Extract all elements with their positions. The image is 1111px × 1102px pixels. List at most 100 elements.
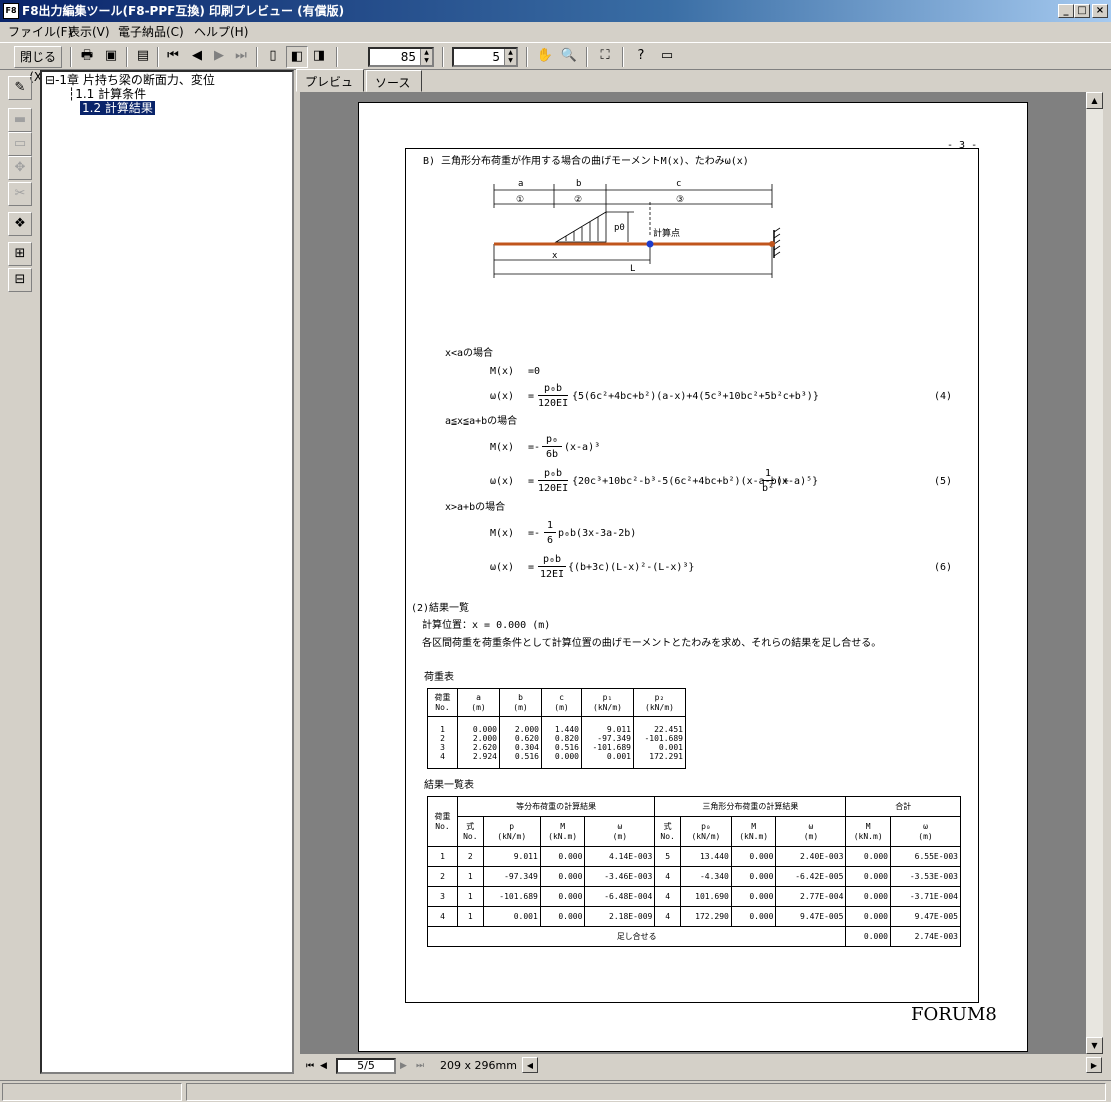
label-L: L (630, 264, 635, 274)
maximize-button[interactable]: □ (1074, 4, 1090, 18)
table-cell: 1 (457, 906, 484, 927)
move-icon[interactable]: ✥ (8, 156, 32, 180)
menu-e-delivery[interactable]: 電子納品(C) (118, 25, 184, 39)
tab-source[interactable]: ソース (366, 70, 422, 92)
table-cell: 0.000 (845, 906, 891, 927)
prev-page-icon[interactable]: ◀ (186, 46, 208, 68)
double-page-icon[interactable]: ◧ (286, 46, 308, 68)
minimize-button[interactable]: _ (1058, 4, 1074, 18)
close-button[interactable]: × (1092, 4, 1108, 18)
result-table: 荷重 No. 等分布荷重の計算結果 三角形分布荷重の計算結果 合計 式 No. p (k… (426, 796, 962, 947)
help-icon[interactable]: ? (630, 46, 652, 68)
pages-spinner[interactable]: ▲▼ (452, 47, 518, 67)
formula-rhs: (x-a)⁵} (776, 476, 819, 487)
nav-prev-icon[interactable]: ◀ (320, 1059, 327, 1073)
tree-collapse-icon[interactable]: ⊟ (8, 268, 32, 292)
nav-next-icon[interactable]: ▶ (400, 1059, 407, 1073)
formula-equals: = (528, 391, 535, 402)
table-row: 1234 0.000 2.000 2.620 2.924 2.000 0.620 0.30… (427, 716, 686, 769)
table-cell: 101.690 (679, 886, 732, 907)
formula-frac-num: p₀b (538, 468, 568, 481)
save-icon[interactable]: ▣ (100, 46, 122, 68)
insert-line-icon[interactable]: ▬ (8, 108, 32, 132)
table-cell: 2.77E-004 (775, 886, 847, 907)
table-cell: 0.000 (845, 866, 891, 887)
formula-frac-den: 120EI (538, 483, 569, 494)
next-page-icon[interactable]: ▶ (208, 46, 230, 68)
table-header: p₀ (kN/m) (679, 816, 732, 847)
toolbar-separator (126, 47, 128, 67)
spin-arrows-icon[interactable]: ▲ ▼ (420, 49, 432, 65)
total-M: 0.000 (845, 926, 891, 947)
formula-lhs: ω(x) (490, 562, 515, 573)
page-indicator-input[interactable]: 5/5 (336, 1058, 396, 1074)
table-cell: 2 (457, 846, 484, 867)
about-icon[interactable]: ▭ (656, 46, 678, 68)
formula-condition: x>a+bの場合 (445, 502, 506, 513)
table-header: 荷重 No. (427, 796, 458, 847)
toolbar-separator (526, 47, 528, 67)
page-setup-icon[interactable]: ▤ (132, 46, 154, 68)
last-page-icon[interactable]: ⏭ (230, 46, 252, 68)
fit-page-icon[interactable]: ⛶ (594, 46, 616, 68)
table-cell: 0.000 (730, 866, 777, 887)
menu-view[interactable]: 表示(V) (68, 25, 110, 39)
toolbar-separator (70, 47, 72, 67)
menu-help[interactable]: ヘルプ(H) (194, 25, 248, 39)
table-header: 式 No. (457, 816, 484, 847)
formula-frac-den: 6b (545, 449, 559, 460)
insert-text-icon[interactable]: ▭ (8, 132, 32, 156)
tree-collapse-box-icon[interactable]: ⊟ (45, 73, 55, 87)
hand-tool-icon[interactable]: ✋ (534, 46, 556, 68)
first-page-icon[interactable]: ⏮ (162, 46, 184, 68)
export-icon[interactable]: ❖ (8, 212, 32, 236)
table-header: p (kN/m) (482, 816, 541, 847)
nav-last-icon[interactable]: ⏭ (416, 1059, 424, 1073)
table-header: 合計 (845, 796, 961, 817)
table-cell: -3.46E-003 (584, 866, 656, 887)
spin-arrows-icon[interactable]: ▲ ▼ (504, 49, 516, 65)
tree-item-calc-results[interactable]: 1.2 計算結果 (80, 101, 155, 115)
table-row: 足し合せる 0.000 2.74E-003 (426, 926, 962, 947)
edit-pen-icon[interactable]: ✎ (8, 76, 32, 100)
table-cell: 1 (457, 886, 484, 907)
menu-file[interactable]: ファイル(F) (8, 25, 72, 39)
nav-first-icon[interactable]: ⏮ (306, 1059, 314, 1073)
table-row: 3 1 -101.689 0.000 -6.48E-004 4 101.690 0.000 2.… (427, 886, 962, 907)
hscroll-right-icon[interactable]: ▶ (1086, 1057, 1102, 1073)
magnifier-icon[interactable]: 🔍 (558, 46, 580, 68)
formula-lhs: ω(x) (490, 476, 515, 487)
table-cell: 6.55E-003 (889, 846, 962, 867)
table-header: M (kN.m) (539, 816, 586, 847)
scroll-up-icon[interactable]: ▲ (1086, 92, 1103, 109)
tree-expand-icon[interactable]: ⊞ (8, 242, 32, 266)
zoom-spinner[interactable]: ▲▼ (368, 47, 434, 67)
table-cell: -6.48E-004 (584, 886, 656, 907)
table-row: 荷重 No. 等分布荷重の計算結果 三角形分布荷重の計算結果 合計 (427, 796, 961, 847)
print-icon[interactable]: 🖶 (76, 46, 98, 68)
table-cell: 4.14E-003 (584, 846, 656, 867)
delete-icon[interactable]: ✂ (8, 182, 32, 206)
tree-item-calc-conditions[interactable]: ┆1.1 計算条件 (68, 87, 146, 101)
formula-equals: = (528, 476, 535, 487)
formula-frac-den: 12EI (539, 569, 565, 580)
hscroll-left-icon[interactable]: ◀ (522, 1057, 538, 1073)
tab-preview[interactable]: プレビュー (296, 69, 364, 106)
close-preview-button[interactable]: 閉じる(X) (14, 46, 62, 84)
tree-root[interactable]: ⊟-1章 片持ち梁の断面力、変位 (45, 73, 215, 87)
table-cell: 0.001 (482, 906, 541, 927)
tree-root-label: 1章 片持ち梁の断面力、変位 (59, 73, 215, 87)
multi-page-icon[interactable]: ◨ (308, 46, 330, 68)
label-a: a (518, 179, 523, 189)
table-cell: 2.40E-003 (775, 846, 847, 867)
formula-rhs: {(b+3c)(L-x)²-(L-x)³} (568, 562, 695, 573)
scroll-down-icon[interactable]: ▼ (1086, 1037, 1103, 1054)
formula-equals: =- (528, 442, 541, 453)
vertical-scrollbar[interactable]: ▲ ▼ (1086, 92, 1103, 1054)
label-x: x (552, 251, 558, 261)
app-icon[interactable]: F8 (3, 3, 19, 19)
table-cell: 22.451 -101.689 0.001 172.291 (633, 716, 686, 769)
table-header: 等分布荷重の計算結果 (456, 796, 656, 817)
formula-frac-den: 120EI (538, 398, 569, 409)
single-page-icon[interactable]: ▯ (262, 46, 284, 68)
